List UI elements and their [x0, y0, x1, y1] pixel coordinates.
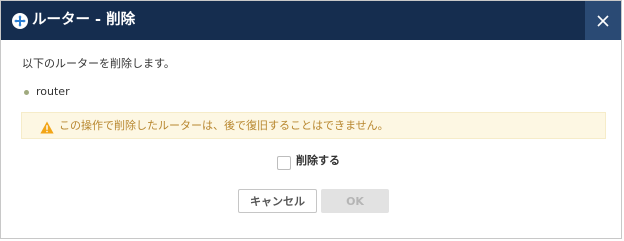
warning-text: この操作で削除したルーターは、後で復旧することはできません。	[59, 119, 389, 132]
checkbox[interactable]	[277, 156, 291, 170]
plus-circle-icon	[12, 13, 28, 29]
warning-icon	[40, 119, 54, 134]
dialog-title: ルーター - 削除	[32, 12, 136, 28]
delete-router-dialog: ルーター - 削除 以下のルーターを削除します。 router この操作で削除し…	[0, 0, 622, 239]
confirm-delete-label: 削除する	[296, 154, 340, 167]
bullet-icon	[24, 89, 29, 95]
router-name: router	[36, 85, 70, 98]
confirm-delete-checkbox[interactable]: 削除する	[277, 152, 340, 170]
ok-button[interactable]: OK	[321, 189, 389, 213]
cancel-button[interactable]: キャンセル	[238, 189, 317, 213]
warning-banner: この操作で削除したルーターは、後で復旧することはできません。	[21, 112, 606, 139]
close-icon	[597, 14, 609, 27]
delete-message: 以下のルーターを削除します。	[22, 57, 175, 70]
close-button[interactable]	[585, 1, 621, 40]
dialog-titlebar: ルーター - 削除	[1, 1, 621, 40]
list-item: router	[24, 85, 70, 99]
